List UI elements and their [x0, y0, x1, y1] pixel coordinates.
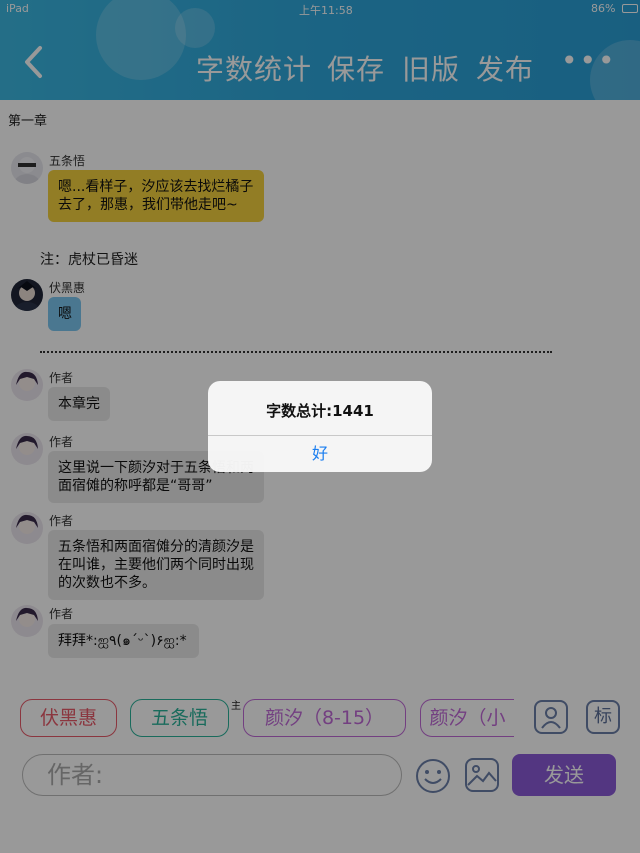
dialog-ok-button[interactable]: 好 — [208, 436, 432, 472]
dialog-message: 字数总计:1441 — [266, 402, 374, 420]
alert-dialog: 字数总计:1441 好 — [208, 381, 432, 472]
